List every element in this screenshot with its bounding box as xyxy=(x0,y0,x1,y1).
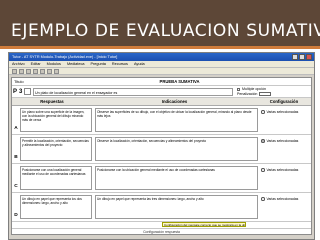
save-icon[interactable] xyxy=(26,69,31,74)
menu-ayuda[interactable]: Ayuda xyxy=(134,61,145,67)
bottom-status-label: Configuración respuesta xyxy=(12,228,311,234)
answer-config: Varias seleccionadas xyxy=(261,193,311,221)
question-row: P 3 Un plato de localización general en … xyxy=(12,86,311,98)
question-number-stepper[interactable] xyxy=(24,88,31,95)
answer-row: A Un plano sobre una superficie de la im… xyxy=(12,106,311,135)
app-window: Tutor - AT SYTR Modulo-Trabajo (Activida… xyxy=(8,52,315,240)
header-indicaciones: Indicaciones xyxy=(161,99,188,104)
maximize-button[interactable] xyxy=(299,54,305,60)
answer-row: C Posicionarse con una localización gene… xyxy=(12,164,311,193)
indication-text-field[interactable]: Posicionarse con la ubicación general me… xyxy=(95,166,258,190)
penalization-field[interactable] xyxy=(259,92,272,96)
answer-letter: B xyxy=(14,155,18,160)
indication-text-field[interactable]: Un dibujo en papel que representa las tr… xyxy=(95,195,258,219)
window-controls xyxy=(292,53,314,61)
print-icon[interactable] xyxy=(33,69,38,74)
open-icon[interactable] xyxy=(19,69,24,74)
config-label: Varias seleccionadas xyxy=(266,139,299,143)
config-radio[interactable] xyxy=(261,168,265,172)
answer-text-field[interactable]: Permitir la localización, orientación, s… xyxy=(20,137,92,161)
paste-icon[interactable] xyxy=(54,69,59,74)
penalization-label: Penalización xyxy=(237,92,258,96)
answer-letter: C xyxy=(14,184,18,189)
config-radio[interactable] xyxy=(261,110,265,114)
window-titlebar: Tutor - AT SYTR Modulo-Trabajo (Activida… xyxy=(9,53,314,61)
multi-option-checkbox[interactable] xyxy=(237,87,240,91)
answer-letter: A xyxy=(14,126,18,131)
answer-config: Varias seleccionadas xyxy=(261,164,311,192)
tooltip: Configuración del mensaje correcto que s… xyxy=(162,222,246,227)
indication-text-field[interactable]: Observe las superficies de su dibujo, co… xyxy=(95,108,258,132)
menu-editar[interactable]: Editar xyxy=(31,61,41,67)
answer-text-field[interactable]: Un dibujo en papel que representa los do… xyxy=(20,195,92,219)
title-accent-bar xyxy=(0,46,320,49)
config-label: Varias seleccionadas xyxy=(266,168,299,172)
config-label: Varias seleccionadas xyxy=(266,110,299,114)
cut-icon[interactable] xyxy=(40,69,45,74)
config-label: Varias seleccionadas xyxy=(266,197,299,201)
menu-archivo[interactable]: Archivo xyxy=(12,61,25,67)
answer-row: B Permitir la localización, orientación,… xyxy=(12,135,311,164)
slide-title: EJEMPLO DE EVALUACION SUMATIVA xyxy=(0,0,320,46)
answer-text-field[interactable]: Posicionarse con una localización genera… xyxy=(20,166,92,190)
header-configuracion: Configuración xyxy=(269,99,299,104)
menu-recursos[interactable]: Recursos xyxy=(112,61,128,67)
question-text-input[interactable]: Un plato de localización general en el e… xyxy=(33,87,233,96)
toolbar xyxy=(9,68,314,75)
form-header: PRUEBA SUMATIVA xyxy=(159,79,200,84)
menu-pregunta[interactable]: Pregunta xyxy=(90,61,105,67)
answer-config: Varias seleccionadas xyxy=(261,135,311,163)
menu-mediateca[interactable]: Mediateca xyxy=(67,61,85,67)
close-button[interactable] xyxy=(306,54,312,60)
title-row: Titulo PRUEBA SUMATIVA xyxy=(12,78,311,86)
header-respuestas: Respuestas xyxy=(40,99,64,104)
window-title: Tutor - AT SYTR Modulo-Trabajo (Activida… xyxy=(12,55,118,59)
answer-config: Varias seleccionadas xyxy=(261,106,311,134)
answer-text-field[interactable]: Un plano sobre una superficie de la imag… xyxy=(20,108,92,132)
minimize-button[interactable] xyxy=(292,54,298,60)
titulo-label: Titulo xyxy=(14,79,24,84)
new-icon[interactable] xyxy=(12,69,17,74)
menubar: Archivo Editar Modulos Mediateca Pregunt… xyxy=(9,61,314,68)
indication-text-field[interactable]: Observe la localización, orientación, se… xyxy=(95,137,258,161)
copy-icon[interactable] xyxy=(47,69,52,74)
config-radio[interactable] xyxy=(261,139,265,143)
question-options: Multiple opción Penalización xyxy=(233,87,311,96)
answer-row: D Un dibujo en papel que representa los … xyxy=(12,193,311,222)
menu-modulos[interactable]: Modulos xyxy=(47,61,61,67)
config-radio[interactable] xyxy=(261,197,265,201)
column-headers: Respuestas Indicaciones Configuración xyxy=(12,98,311,106)
form-area: Titulo PRUEBA SUMATIVA P 3 Un plato de l… xyxy=(11,77,312,235)
multi-option-label: Multiple opción xyxy=(242,87,266,91)
answer-letter: D xyxy=(14,213,18,218)
